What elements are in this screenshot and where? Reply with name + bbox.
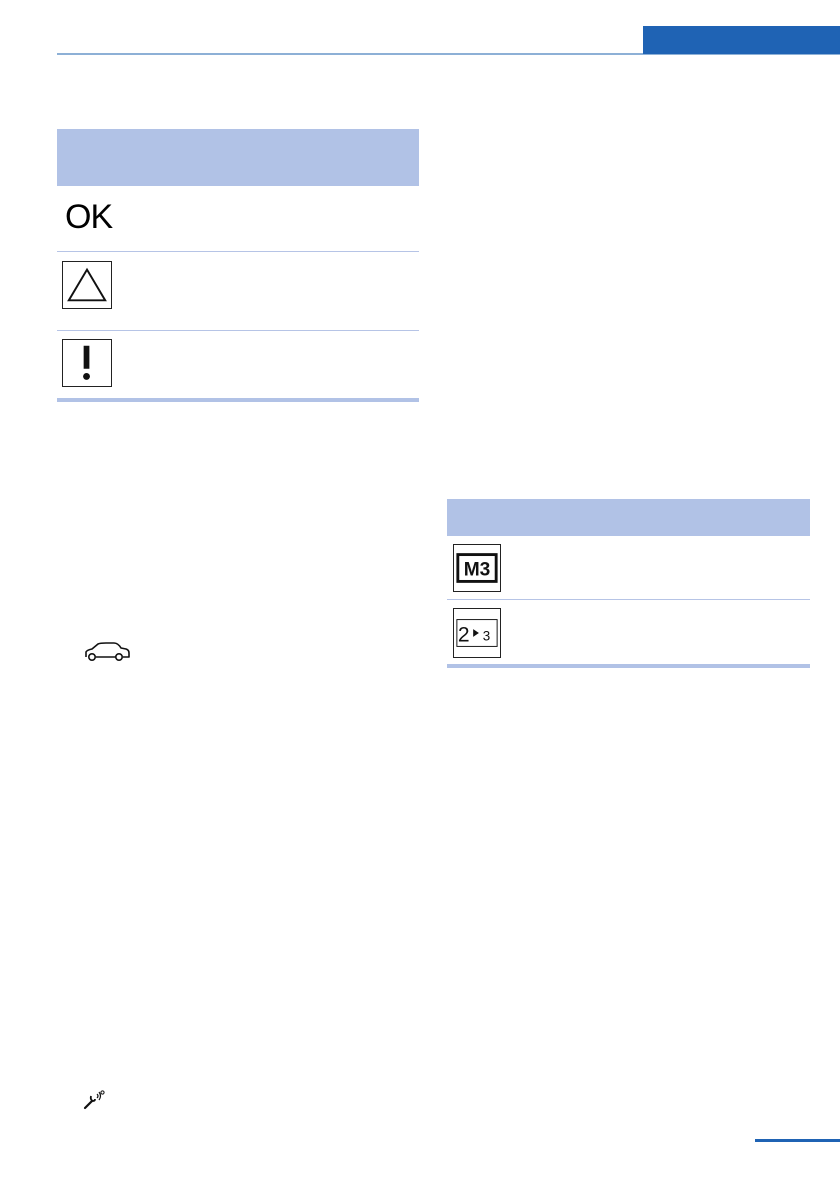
status-table-header [57, 129, 419, 186]
upshift-2-to-3-icon: 2 3 [453, 608, 501, 658]
wrench-icon [82, 1088, 106, 1112]
gear-row-m3: M3 [447, 536, 810, 600]
exclamation-icon [62, 339, 112, 387]
status-table: OK [57, 129, 419, 402]
warning-triangle-icon [62, 261, 112, 309]
gear-m3-icon: M3 [453, 544, 501, 592]
status-row-warning [57, 252, 419, 331]
footer-rule [755, 1139, 840, 1142]
gear-table-bottom-rule [447, 664, 810, 668]
shift-to-label: 3 [483, 629, 490, 644]
status-row-alert [57, 331, 419, 398]
m3-label: M3 [464, 560, 491, 581]
status-row-ok: OK [57, 186, 419, 252]
ok-indicator: OK [65, 198, 113, 236]
car-icon [84, 641, 130, 663]
shift-from-label: 2 [458, 624, 470, 647]
status-table-bottom-rule [57, 398, 419, 402]
header-tab [643, 26, 840, 54]
gear-row-upshift: 2 3 [447, 600, 810, 664]
gear-table-header [447, 499, 810, 536]
gear-table: M3 2 3 [447, 499, 810, 668]
